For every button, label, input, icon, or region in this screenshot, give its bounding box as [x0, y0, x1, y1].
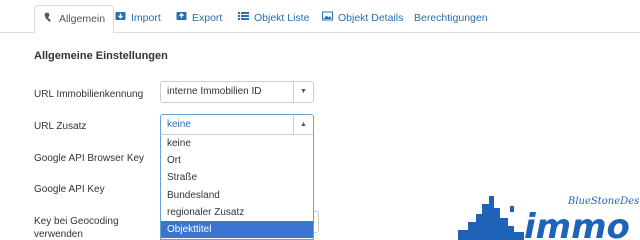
url-zusatz-dropdown[interactable]: keine Ort Straße Bundesland regionaler Z… [160, 134, 314, 240]
export-icon [176, 6, 187, 32]
tab-label: Export [192, 12, 223, 24]
url-id-label: URL Immobilienkennung [34, 89, 144, 100]
dropdown-option[interactable]: regionaler Zusatz [161, 204, 313, 221]
import-icon [115, 6, 126, 32]
tab-import[interactable]: Import [107, 5, 169, 33]
tab-berechtigungen[interactable]: Berechtigungen [406, 5, 496, 33]
url-zusatz-select[interactable]: keine ▲ [160, 114, 314, 136]
dropdown-option[interactable]: keine [161, 135, 313, 152]
google-browser-key-label: Google API Browser Key [34, 153, 145, 164]
tab-allgemein[interactable]: Allgemein [34, 5, 115, 34]
url-id-value: interne Immobilien ID [167, 86, 262, 97]
logo-text: immo [524, 207, 630, 240]
tab-label: Import [131, 12, 161, 24]
wrench-icon [43, 7, 54, 33]
tab-label: Berechtigungen [414, 12, 488, 24]
tab-label: Objekt Liste [254, 12, 310, 24]
dropdown-option[interactable]: Straße [161, 169, 313, 186]
list-icon [238, 6, 249, 32]
logo-script-text: BlueStoneDesign [567, 196, 640, 207]
chevron-down-icon[interactable]: ▼ [293, 82, 313, 102]
tab-bar: Allgemein Import Export Objekt Liste Obj… [0, 0, 640, 34]
url-zusatz-value: keine [167, 119, 191, 130]
logo: BlueStoneDesign immo [450, 186, 640, 240]
chevron-up-icon[interactable]: ▲ [293, 115, 313, 135]
tab-label: Allgemein [59, 13, 106, 25]
dropdown-option[interactable]: Bundesland [161, 187, 313, 204]
geocoding-label: Key bei Geocoding verwenden [34, 216, 119, 240]
dropdown-option-highlighted[interactable]: Objekttitel [161, 220, 313, 239]
google-api-key-label: Google API Key [34, 184, 105, 195]
tab-objekt-details[interactable]: Objekt Details [314, 5, 411, 33]
section-title: Allgemeine Einstellungen [34, 50, 168, 62]
url-zusatz-label: URL Zusatz [34, 121, 87, 132]
tab-objekt-liste[interactable]: Objekt Liste [230, 5, 317, 33]
dropdown-option[interactable]: Ort [161, 152, 313, 169]
tab-label: Objekt Details [338, 12, 404, 24]
url-id-select[interactable]: interne Immobilien ID ▼ [160, 81, 314, 103]
image-icon [322, 6, 333, 32]
tab-export[interactable]: Export [168, 5, 230, 33]
